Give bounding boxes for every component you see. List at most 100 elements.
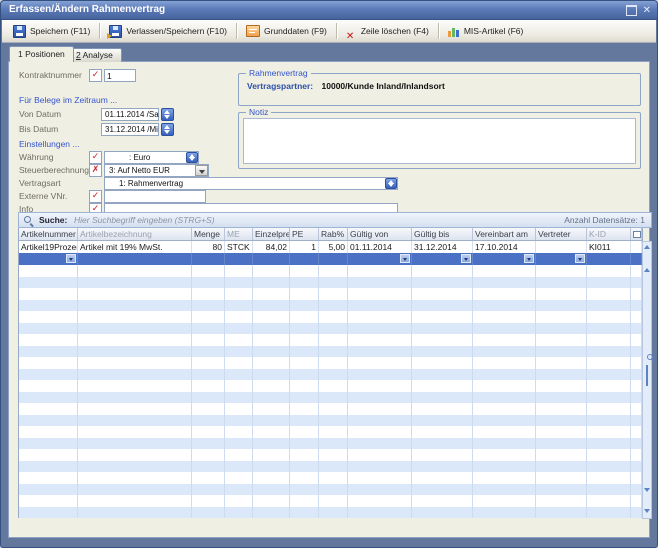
close-window-icon[interactable]: ✕ (643, 6, 651, 16)
save-icon (13, 25, 26, 38)
table-cell-filler (631, 472, 642, 484)
steuerberechnung-dropdown-icon[interactable] (195, 165, 208, 176)
table-cell (319, 334, 348, 346)
von-datum-field[interactable]: 01.11.2014 /Sa (101, 108, 159, 121)
table-row-selected[interactable] (19, 253, 642, 265)
table-cell (225, 253, 253, 265)
table-cell (412, 403, 473, 415)
table-cell: 17.10.2014 (473, 241, 536, 253)
table-row-empty (19, 484, 642, 496)
waehrung-spinner-icon[interactable] (186, 152, 198, 163)
section-zeitraum-label: Für Belege im Zeitraum ... (19, 94, 117, 107)
table-cell (473, 357, 536, 369)
table-cell (348, 415, 412, 427)
column-header-12[interactable]: K-ID (587, 228, 631, 240)
von-datum-spinner-icon[interactable] (161, 108, 174, 121)
table-cell (587, 323, 631, 335)
table-cell (319, 507, 348, 519)
grid-settings-icon[interactable] (643, 366, 651, 385)
tab-analyse[interactable]: 2 Analyse (67, 48, 122, 62)
waehrung-check-icon[interactable] (89, 151, 102, 164)
vertragsart-select[interactable]: 1: Rahmenvertrag (104, 177, 398, 190)
restore-window-icon[interactable] (626, 5, 637, 16)
table-cell (78, 346, 192, 358)
vertragsart-value: 1: Rahmenvertrag (119, 178, 183, 189)
table-cell (348, 369, 412, 381)
externe-vnr-input[interactable] (104, 190, 206, 203)
table-cell-filler (631, 426, 642, 438)
vertragsart-spinner-icon[interactable] (385, 178, 397, 189)
row-down-icon[interactable] (643, 488, 651, 492)
search-bar[interactable]: Suche: Hier Suchbegriff eingeben (STRG+S… (18, 212, 652, 228)
table-cell (225, 392, 253, 404)
table-cell (78, 415, 192, 427)
table-cell (536, 392, 587, 404)
steuerberechnung-x-icon[interactable] (89, 164, 102, 177)
steuerberechnung-select[interactable]: 3: Auf Netto EUR (104, 164, 209, 177)
row-up-icon[interactable] (643, 268, 651, 272)
table-cell (319, 449, 348, 461)
column-header-8[interactable]: Gültig von (348, 228, 412, 240)
cell-dropdown-icon[interactable] (575, 254, 585, 263)
column-header-2[interactable]: Artikelbezeichnung (78, 228, 192, 240)
table-cell (587, 265, 631, 277)
column-header-10[interactable]: Vereinbart am (473, 228, 536, 240)
cell-dropdown-icon[interactable] (400, 254, 410, 263)
table-cell (290, 253, 319, 265)
toolbar-button-5[interactable]: MIS-Artikel (F6) (442, 24, 530, 39)
table-cell (536, 403, 587, 415)
notiz-textarea[interactable] (243, 118, 636, 164)
table-cell (225, 415, 253, 427)
table-cell-filler (631, 369, 642, 381)
tab-positionen[interactable]: 1 Positionen (9, 46, 74, 62)
table-cell-filler (631, 484, 642, 496)
cell-dropdown-icon[interactable] (461, 254, 471, 263)
toolbar-button-1[interactable]: Speichern (F11) (7, 23, 96, 40)
table-cell (78, 334, 192, 346)
toolbar-button-4[interactable]: Zeile löschen (F4) (340, 24, 435, 39)
table-cell (253, 265, 290, 277)
table-cell (319, 472, 348, 484)
table-cell (319, 403, 348, 415)
waehrung-select[interactable]: : Euro (104, 151, 199, 164)
column-header-9[interactable]: Gültig bis (412, 228, 473, 240)
header-options-icon[interactable] (631, 228, 642, 240)
column-header-5[interactable]: Einzelpreis (253, 228, 290, 240)
bis-datum-field[interactable]: 31.12.2014 /Mi (101, 123, 159, 136)
scroll-to-bottom-icon[interactable] (643, 509, 651, 513)
bis-datum-label: Bis Datum (19, 123, 58, 136)
table-cell (412, 323, 473, 335)
column-header-3[interactable]: Menge (192, 228, 225, 240)
table-cell (19, 461, 78, 473)
table-cell (536, 311, 587, 323)
column-header-1[interactable]: Artikelnummer (19, 228, 78, 240)
kontraktnummer-input[interactable] (104, 69, 136, 82)
table-cell (253, 449, 290, 461)
waehrung-value: : Euro (129, 152, 150, 163)
table-cell (348, 357, 412, 369)
toolbar-button-3[interactable]: Grunddaten (F9) (240, 23, 333, 39)
table-cell (473, 265, 536, 277)
toolbar-button-2[interactable]: Verlassen/Speichern (F10) (103, 23, 233, 40)
column-header-11[interactable]: Vertreter (536, 228, 587, 240)
cell-dropdown-icon[interactable] (524, 254, 534, 263)
table-cell (412, 334, 473, 346)
edit-check-icon[interactable] (89, 69, 102, 82)
table-cell (253, 334, 290, 346)
bis-datum-spinner-icon[interactable] (161, 123, 174, 136)
externe-vnr-check-icon[interactable] (89, 190, 102, 203)
column-header-4[interactable]: ME (225, 228, 253, 240)
scroll-to-top-icon[interactable] (643, 245, 651, 249)
table-cell-filler (631, 461, 642, 473)
toolbar-button-label: Speichern (F11) (30, 26, 90, 36)
table-row[interactable]: Artikel19ProzerArtikel mit 19% MwSt.80ST… (19, 241, 642, 253)
table-row-empty (19, 461, 642, 473)
table-cell (253, 507, 290, 519)
cell-dropdown-icon[interactable] (66, 254, 76, 263)
table-cell (348, 484, 412, 496)
column-header-7[interactable]: Rab% (319, 228, 348, 240)
table-row-empty (19, 323, 642, 335)
table-cell (536, 369, 587, 381)
column-header-6[interactable]: PE (290, 228, 319, 240)
table-cell (225, 449, 253, 461)
